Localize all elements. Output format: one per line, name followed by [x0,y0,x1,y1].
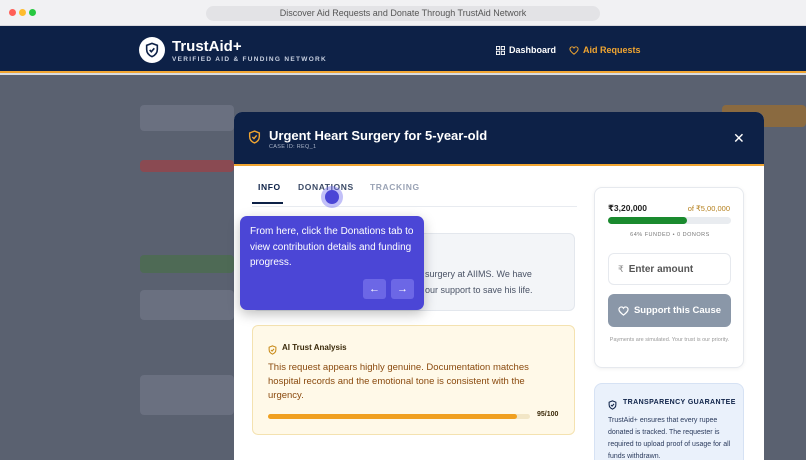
modal-header: Urgent Heart Surgery for 5-year-old CASE… [234,112,764,166]
minimize-window-dot[interactable] [19,9,26,16]
description-line: surgery at AIIMS. We have [425,269,532,279]
transparency-text: TrustAid+ ensures that every rupee donat… [608,417,731,460]
trust-score-fill [268,414,517,419]
browser-chrome: Discover Aid Requests and Donate Through… [0,0,806,26]
funding-stats: 64% FUNDED • 0 DONORS [630,232,710,238]
heart-icon [618,305,629,316]
grid-icon [496,45,505,55]
nav-dashboard-label: Dashboard [509,45,557,55]
brand-tagline: VERIFIED AID & FUNDING NETWORK [172,56,328,63]
tour-text: From here, click the Donations tab to vi… [250,226,414,268]
tabs-divider [252,206,577,207]
shield-check-icon [608,397,617,415]
amount-raised: ₹3,20,000 [608,203,648,213]
support-button-label: Support this Cause [633,305,722,316]
case-id: CASE ID: REQ_1 [269,144,317,150]
tab-info[interactable]: INFO [258,182,281,192]
trust-text: This request appears highly genuine. Doc… [268,362,529,401]
tour-tooltip: From here, click the Donations tab to vi… [240,216,424,310]
bg-block [140,255,234,273]
trust-title: AI Trust Analysis [282,343,347,352]
brand-name: TrustAid+ [172,38,242,55]
shield-check-icon [268,342,277,360]
maximize-window-dot[interactable] [29,9,36,16]
funding-card: ₹3,20,000 of ₹5,00,000 64% FUNDED • 0 DO… [594,187,744,368]
bg-block [140,160,234,172]
arrow-right-icon: → [397,283,408,295]
amount-goal: of ₹5,00,000 [687,204,730,213]
modal-title: Urgent Heart Surgery for 5-year-old [269,128,488,143]
support-button[interactable]: Support this Cause [608,294,731,327]
active-tab-indicator [252,202,283,204]
description-line: our support to save his life. [425,285,533,295]
description-text: surgery at AIIMS. We have our support to… [425,266,585,298]
heart-icon [569,45,579,55]
rupee-icon: ₹ [618,263,624,274]
nav-aid-requests-label: Aid Requests [583,45,641,55]
tour-next-button[interactable]: → [391,279,414,299]
bg-block [140,105,234,131]
tour-hotspot[interactable] [325,190,339,204]
funding-progress-bar [608,217,731,224]
tour-prev-button[interactable]: ← [363,279,386,299]
ai-trust-card: AI Trust Analysis This request appears h… [252,325,575,435]
shield-logo-icon [139,37,165,63]
trust-score-bar [268,414,530,419]
trust-score: 95/100 [537,411,559,418]
shield-icon [248,130,261,149]
address-bar[interactable]: Discover Aid Requests and Donate Through… [206,6,600,21]
tab-tracking[interactable]: TRACKING [370,182,420,192]
amount-placeholder: Enter amount [628,263,694,275]
payment-note: Payments are simulated. Your trust is ou… [609,337,730,343]
arrow-left-icon: ← [369,283,380,295]
tab-donations[interactable]: DONATIONS [298,182,354,192]
bg-block [140,375,234,415]
transparency-title: TRANSPARENCY GUARANTEE [623,399,736,406]
close-icon[interactable]: ✕ [733,131,745,145]
bg-block [140,290,234,320]
nav-aid-requests[interactable]: Aid Requests [569,45,641,55]
close-window-dot[interactable] [9,9,16,16]
app-header: TrustAid+ VERIFIED AID & FUNDING NETWORK… [0,26,806,73]
nav-dashboard[interactable]: Dashboard [496,45,556,55]
funding-progress-fill [608,217,687,224]
transparency-card: TRANSPARENCY GUARANTEE TrustAid+ ensures… [594,383,744,460]
amount-input[interactable]: ₹ Enter amount [608,253,731,285]
